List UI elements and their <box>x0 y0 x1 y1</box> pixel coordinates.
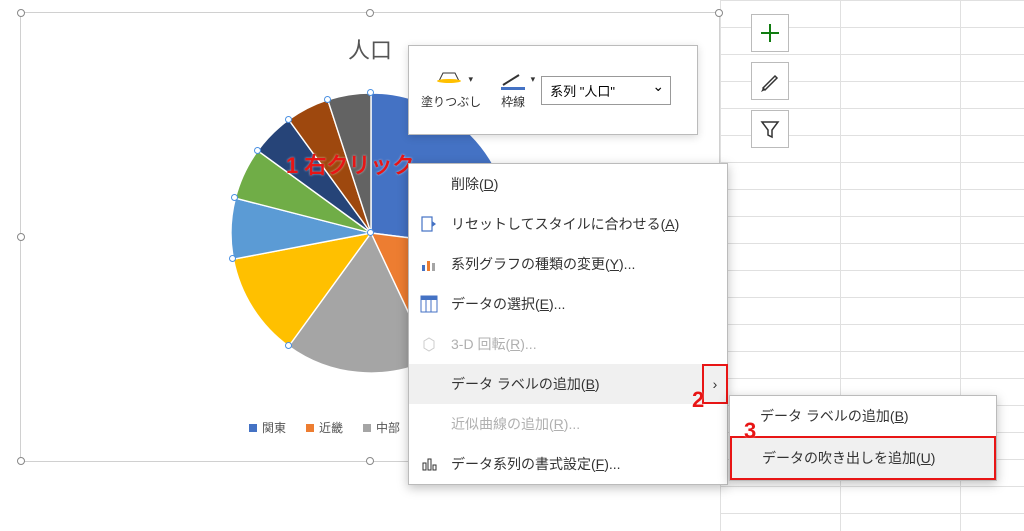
menu-label: データの吹き出しを追加(U) <box>762 448 935 468</box>
outline-button[interactable]: ▾ 枠線 <box>495 67 531 114</box>
menu-label: 3-D 回転(R)... <box>451 334 537 354</box>
menu-label: データの選択(E)... <box>451 294 565 314</box>
reset-icon <box>419 214 439 234</box>
chart-side-buttons <box>751 14 789 148</box>
menu-select-data[interactable]: データの選択(E)... <box>409 284 727 324</box>
series-dropdown[interactable]: 系列 "人口" <box>541 76 671 105</box>
legend-item[interactable]: 関東 <box>249 419 286 436</box>
mini-toolbar: ▾ 塗りつぶし ▾ 枠線 系列 "人口" <box>408 45 698 135</box>
chart-filters-button[interactable] <box>751 110 789 148</box>
legend-item[interactable]: 中部 <box>363 419 400 436</box>
chart-type-icon <box>419 254 439 274</box>
legend-label: 中部 <box>376 419 400 436</box>
fill-label: 塗りつぶし <box>421 93 481 110</box>
legend-swatch <box>363 424 371 432</box>
submenu-data-labels: データ ラベルの追加(B) データの吹き出しを追加(U) <box>729 395 997 481</box>
chart-resize-handle[interactable] <box>17 9 25 17</box>
menu-label: データ ラベルの追加(B) <box>760 406 909 426</box>
fill-icon: ▾ <box>437 71 465 91</box>
legend-swatch <box>306 424 314 432</box>
menu-label: データ ラベルの追加(B) <box>451 374 600 394</box>
menu-change-chart-type[interactable]: 系列グラフの種類の変更(Y)... <box>409 244 727 284</box>
chart-styles-button[interactable] <box>751 62 789 100</box>
chart-resize-handle[interactable] <box>715 9 723 17</box>
legend-label: 近畿 <box>319 419 343 436</box>
submenu-arrow-icon: › <box>702 364 728 404</box>
slice-handle[interactable] <box>254 147 261 154</box>
slice-handle[interactable] <box>367 89 374 96</box>
slice-handle[interactable] <box>285 342 292 349</box>
slice-handle[interactable] <box>285 116 292 123</box>
annotation-step-3: 3 <box>744 418 756 444</box>
select-data-icon <box>419 294 439 314</box>
menu-delete[interactable]: 削除(D) <box>409 164 727 204</box>
plus-icon <box>759 22 781 44</box>
slice-handle[interactable] <box>324 96 331 103</box>
chart-resize-handle[interactable] <box>17 233 25 241</box>
submenu-add-data-callouts[interactable]: データの吹き出しを追加(U) <box>730 436 996 480</box>
menu-label: 系列グラフの種類の変更(Y)... <box>451 254 635 274</box>
fill-button[interactable]: ▾ 塗りつぶし <box>417 67 485 114</box>
outline-label: 枠線 <box>501 93 525 110</box>
menu-label: 近似曲線の追加(R)... <box>451 414 580 434</box>
legend-item[interactable]: 近畿 <box>306 419 343 436</box>
submenu-add-data-labels[interactable]: データ ラベルの追加(B) <box>730 396 996 436</box>
slice-handle[interactable] <box>367 229 374 236</box>
chart-resize-handle[interactable] <box>366 457 374 465</box>
cube-icon <box>419 334 439 354</box>
format-icon <box>419 454 439 474</box>
annotation-step-1: 1 右クリック <box>286 148 414 180</box>
annotation-step-2: 2 <box>692 387 704 413</box>
outline-icon: ▾ <box>499 71 527 91</box>
legend-label: 関東 <box>262 419 286 436</box>
brush-icon <box>759 70 781 92</box>
menu-reset-style[interactable]: リセットしてスタイルに合わせる(A) <box>409 204 727 244</box>
chart-resize-handle[interactable] <box>366 9 374 17</box>
funnel-icon <box>760 119 780 139</box>
legend-swatch <box>249 424 257 432</box>
menu-label: 削除(D) <box>451 174 498 194</box>
menu-label: データ系列の書式設定(F)... <box>451 454 621 474</box>
menu-label: リセットしてスタイルに合わせる(A) <box>451 214 679 234</box>
menu-3d-rotation: 3-D 回転(R)... <box>409 324 727 364</box>
menu-format-data-series[interactable]: データ系列の書式設定(F)... <box>409 444 727 484</box>
context-menu: 削除(D) リセットしてスタイルに合わせる(A) 系列グラフの種類の変更(Y).… <box>408 163 728 485</box>
chart-elements-button[interactable] <box>751 14 789 52</box>
menu-add-data-labels[interactable]: データ ラベルの追加(B) › <box>409 364 727 404</box>
chart-resize-handle[interactable] <box>17 457 25 465</box>
menu-add-trendline: 近似曲線の追加(R)... <box>409 404 727 444</box>
chart-title[interactable]: 人口 <box>348 33 392 65</box>
